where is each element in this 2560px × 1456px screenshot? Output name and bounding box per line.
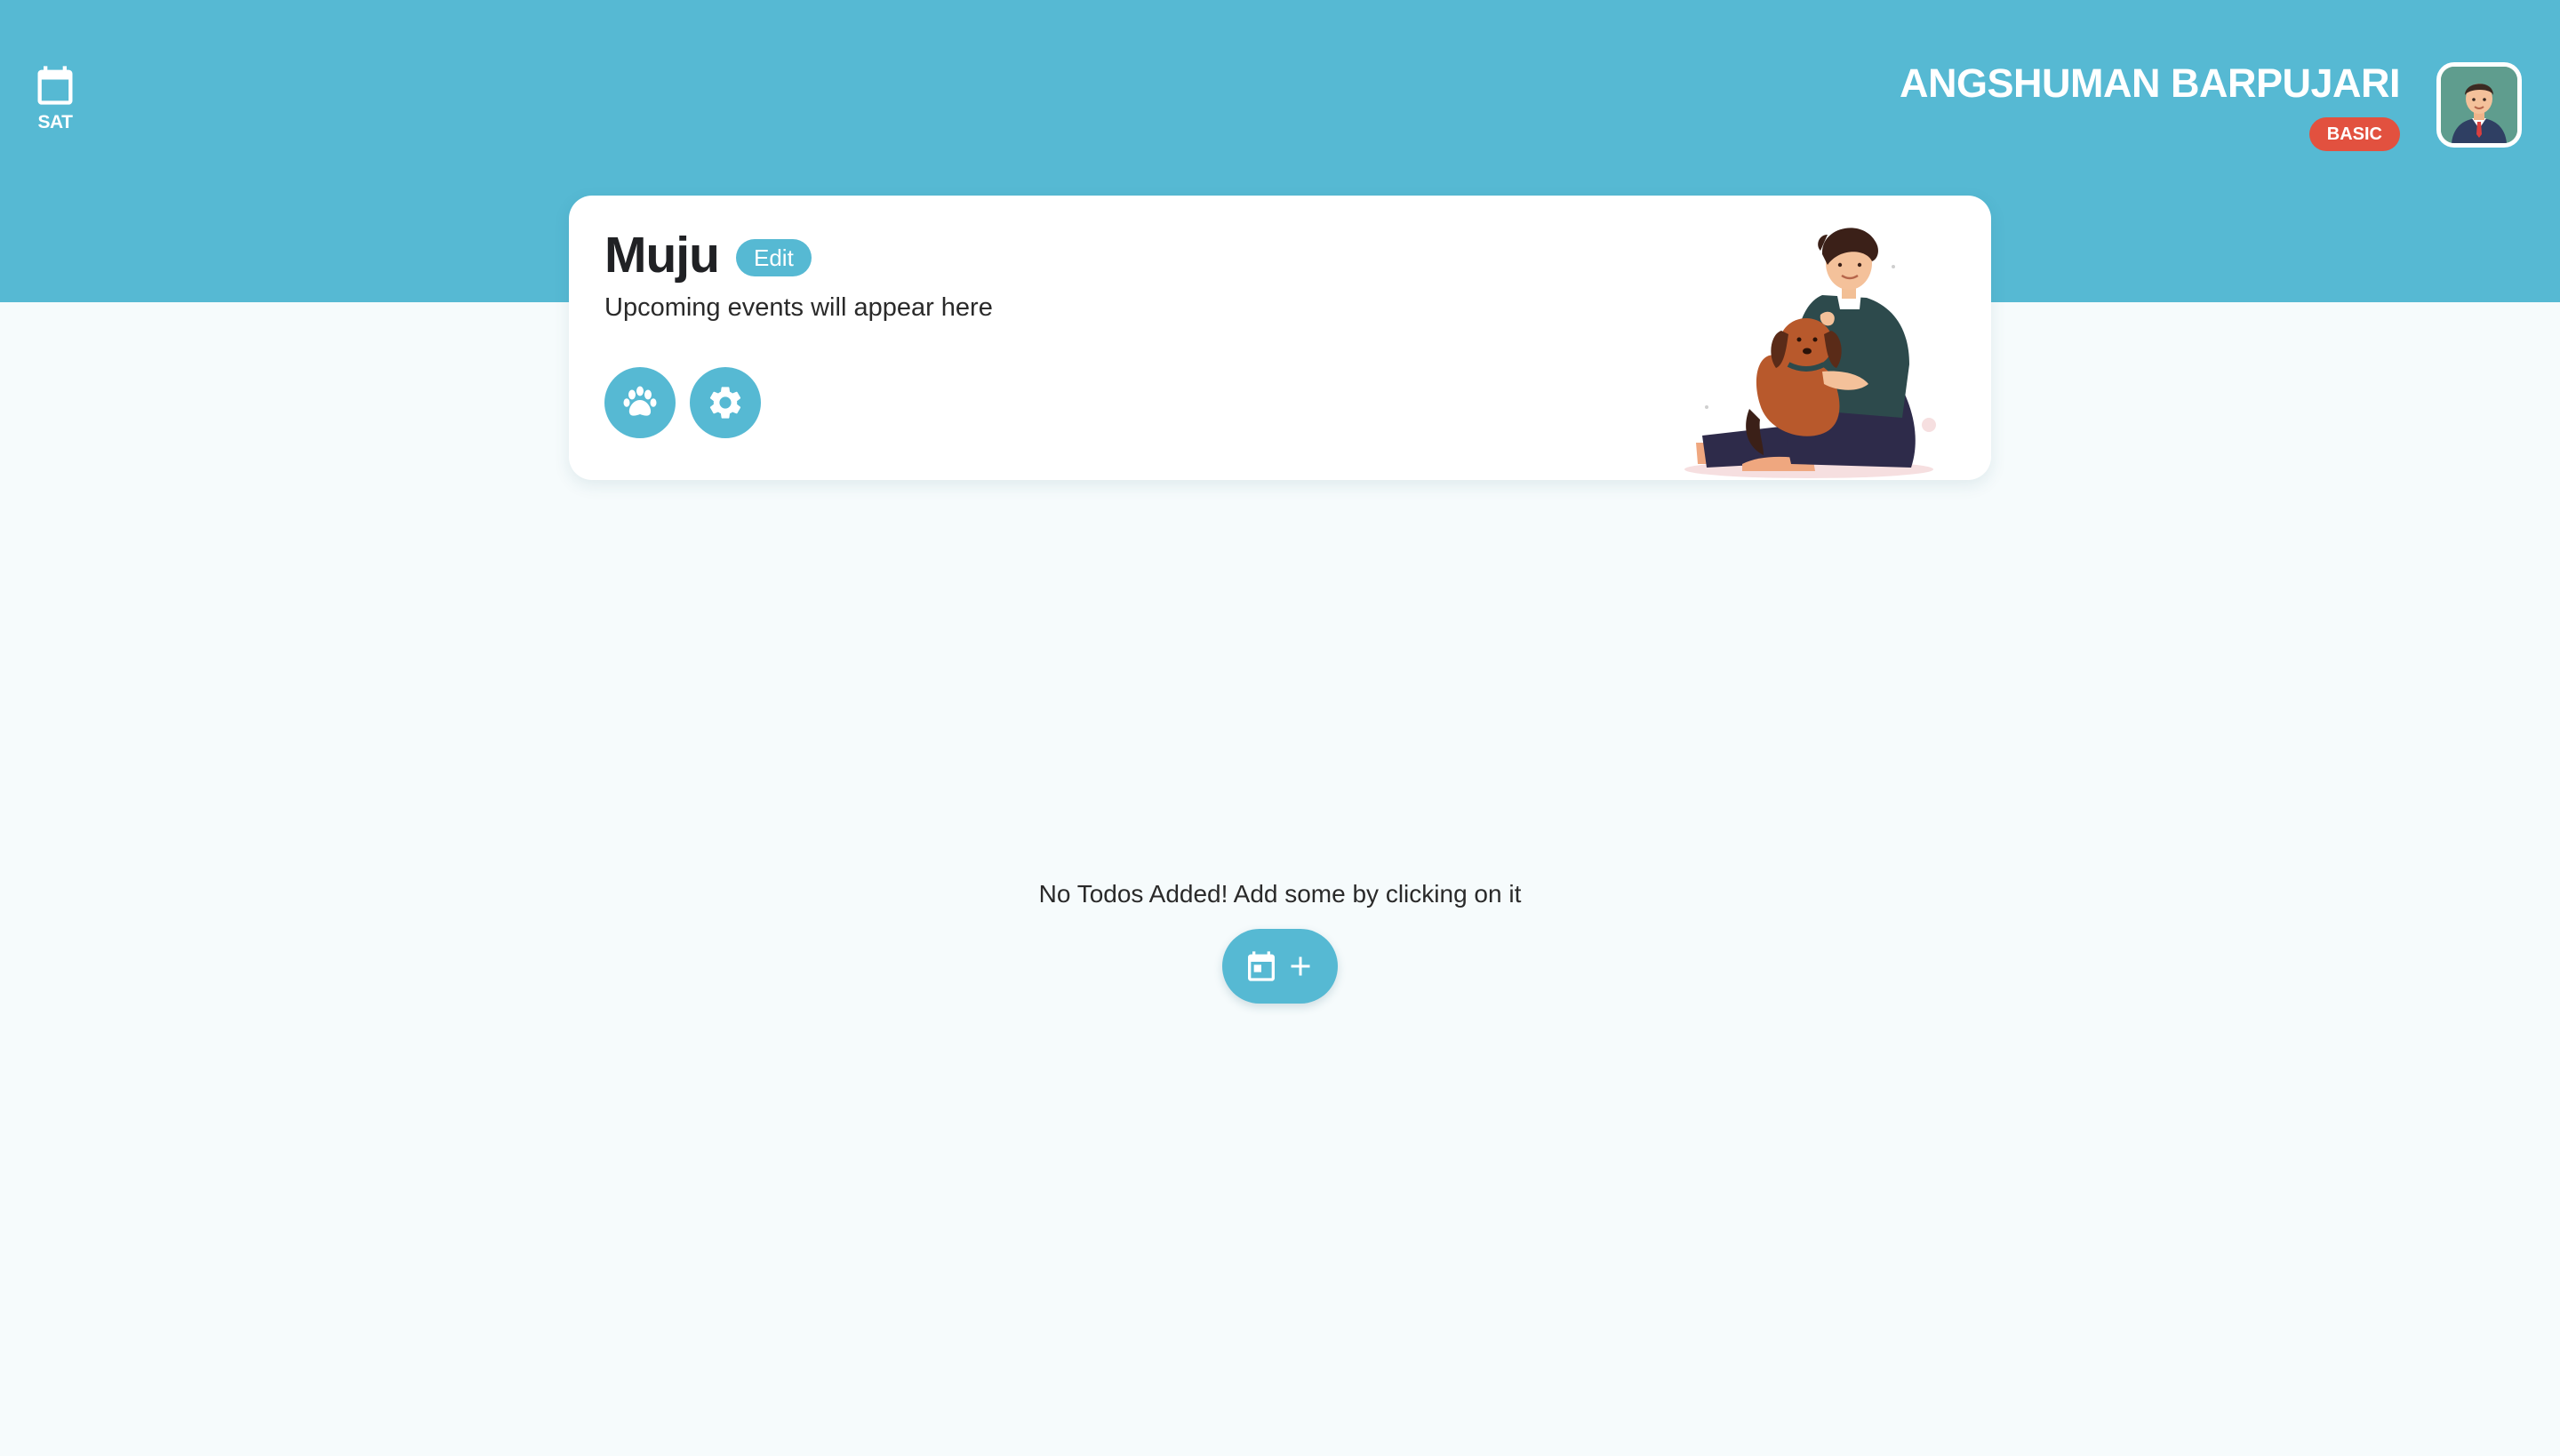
gear-icon (709, 387, 741, 419)
add-todo-button[interactable] (1222, 929, 1338, 1004)
day-widget[interactable]: SAT (32, 62, 78, 133)
calendar-icon (1248, 951, 1275, 981)
plan-badge: BASIC (2308, 117, 2400, 151)
pet-profile-button[interactable] (604, 367, 676, 438)
plus-icon (1291, 956, 1310, 976)
pet-card: Muju Edit Upcoming events will appear he… (569, 196, 1991, 480)
user-name: ANGSHUMAN BARPUJARI (1899, 60, 2401, 106)
user-info: ANGSHUMAN BARPUJARI BASIC (1899, 59, 2401, 151)
pet-illustration (1671, 222, 1973, 480)
calendar-icon (37, 66, 73, 105)
pet-settings-button[interactable] (690, 367, 761, 438)
user-avatar[interactable] (2436, 62, 2522, 148)
user-avatar-icon (2441, 67, 2517, 143)
empty-todos-message: No Todos Added! Add some by clicking on … (1038, 880, 1522, 908)
person-with-dog-illustration (1684, 228, 1936, 478)
edit-pet-button[interactable]: Edit (736, 239, 812, 276)
day-label: SAT (37, 112, 73, 132)
pet-name: Muju (604, 227, 720, 284)
paw-icon (623, 386, 657, 416)
upcoming-events-text: Upcoming events will appear here (604, 293, 993, 322)
